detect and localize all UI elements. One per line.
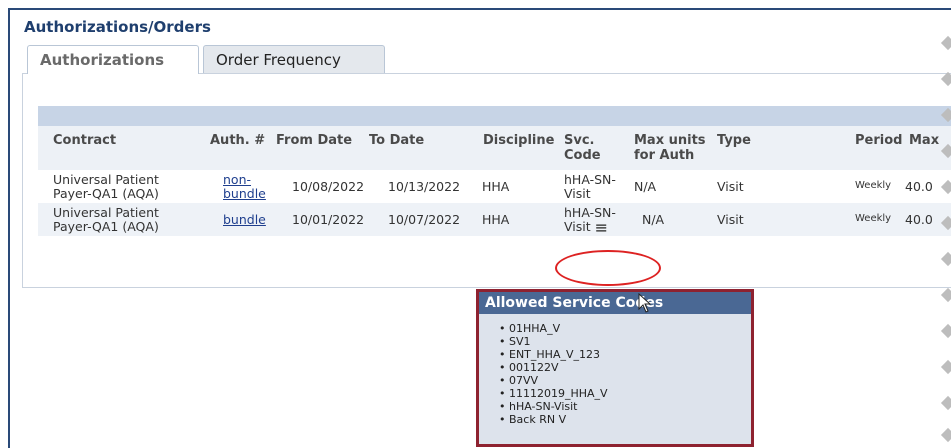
cell-from-date: 10/08/2022 [292,179,365,194]
list-item: 001122V [499,361,751,374]
cell-max-units: N/A [642,212,665,227]
cell-type: Visit [717,179,744,194]
table-row: Universal Patient Payer-QA1 (AQA) non- b… [38,170,951,203]
popup-title: Allowed Service Codes [479,292,751,314]
cell-contract: Universal Patient Payer-QA1 (AQA) [53,173,159,201]
allowed-service-codes-popup: Allowed Service Codes 01HHA_V SV1 ENT_HH… [476,289,754,447]
list-item: 11112019_HHA_V [499,387,751,400]
auth-link-line2: bundle [223,186,266,201]
service-code-list: 01HHA_V SV1 ENT_HHA_V_123 001122V 07VV 1… [479,314,751,426]
header-contract: Contract [53,133,117,148]
cell-max: 40.0 [905,212,933,227]
auth-link-bundle[interactable]: bundle [223,213,266,227]
cell-max-units: N/A [634,179,657,194]
header-svc-code: Svc. Code [564,133,601,163]
cell-from-date: 10/01/2022 [292,212,365,227]
header-discipline: Discipline [483,133,555,148]
header-from-date: From Date [276,133,353,148]
auth-link-non-bundle[interactable]: non- bundle [223,173,266,201]
header-max-units: Max units for Auth [634,133,706,163]
header-max-units-line2: for Auth [634,148,695,163]
header-svc-code-line2: Code [564,148,601,163]
list-item: Back RN V [499,413,751,426]
cell-svc-line1: hHA-SN- [564,205,616,220]
table-header: Contract Auth. # From Date To Date Disci… [38,126,951,170]
cell-svc-line2-wrap: Visit ≡ [564,219,616,236]
authorizations-table: Contract Auth. # From Date To Date Disci… [38,126,951,236]
cell-contract-line1: Universal Patient [53,172,159,187]
cell-contract-line1: Universal Patient [53,205,159,220]
highlight-circle [555,250,661,286]
cell-period: Weekly [855,180,892,191]
cell-svc-code: hHA-SN- Visit [564,173,616,201]
cell-type: Visit [717,212,744,227]
header-svc-code-line1: Svc. [564,133,595,148]
cell-max: 40.0 [905,179,933,194]
cell-contract-line2: Payer-QA1 (AQA) [53,186,159,201]
table-divider [38,287,951,288]
header-type: Type [717,133,751,148]
header-to-date: To Date [369,133,425,148]
header-period: Period [855,133,903,148]
stack-icon[interactable]: ≡ [595,220,608,236]
cell-discipline: HHA [482,212,510,227]
list-item: hHA-SN-Visit [499,400,751,413]
list-item: 07VV [499,374,751,387]
tab-authorizations[interactable]: Authorizations [27,45,199,74]
cell-contract-line2: Payer-QA1 (AQA) [53,219,159,234]
table-row: Universal Patient Payer-QA1 (AQA) bundle… [38,203,951,236]
list-item: SV1 [499,335,751,348]
header-max-units-line1: Max units [634,133,706,148]
cell-discipline: HHA [482,179,510,194]
cell-contract: Universal Patient Payer-QA1 (AQA) [53,206,159,234]
cell-svc-line1: hHA-SN- [564,172,616,187]
tab-order-frequency[interactable]: Order Frequency [203,45,385,74]
auth-link-line1: non- [223,172,252,187]
cell-to-date: 10/07/2022 [388,212,461,227]
cell-svc-code: hHA-SN- Visit ≡ [564,205,616,236]
header-auth: Auth. # [210,133,266,148]
pane-header-stripe [38,106,951,126]
cell-svc-line2: Visit [564,186,591,201]
list-item: ENT_HHA_V_123 [499,348,751,361]
panel-title: Authorizations/Orders [24,18,211,36]
cell-period: Weekly [855,213,892,224]
cell-svc-line2: Visit [564,219,591,234]
cell-to-date: 10/13/2022 [388,179,461,194]
list-item: 01HHA_V [499,322,751,335]
header-max: Max [909,133,940,148]
pointer-cursor-icon [638,293,652,313]
